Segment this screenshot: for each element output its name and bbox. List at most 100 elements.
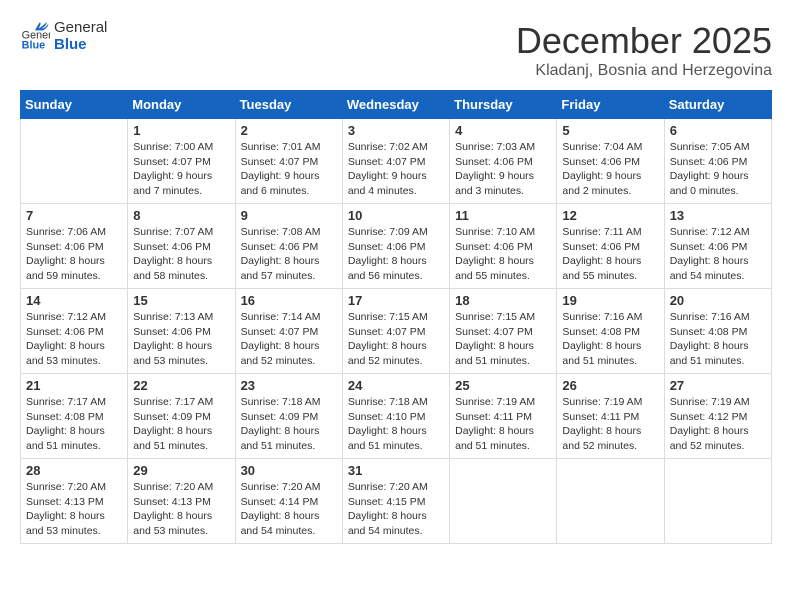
calendar-week-row-1: 1 Sunrise: 7:00 AMSunset: 4:07 PMDaylight… <box>21 119 772 204</box>
day-number: 31 <box>348 463 444 478</box>
cell-content: Sunrise: 7:20 AMSunset: 4:15 PMDaylight:… <box>348 480 444 539</box>
cell-content: Sunrise: 7:00 AMSunset: 4:07 PMDaylight:… <box>133 140 229 199</box>
cell-content: Sunrise: 7:10 AMSunset: 4:06 PMDaylight:… <box>455 225 551 284</box>
calendar-cell: 31 Sunrise: 7:20 AMSunset: 4:15 PMDayligh… <box>342 459 449 544</box>
cell-content: Sunrise: 7:18 AMSunset: 4:09 PMDaylight:… <box>241 395 337 454</box>
calendar-cell: 25Sunrise: 7:19 AMSunset: 4:11 PMDayligh… <box>450 374 557 459</box>
logo-icon: General Blue <box>20 22 50 52</box>
day-number: 18 <box>455 293 551 308</box>
calendar-header-tuesday: Tuesday <box>235 91 342 119</box>
calendar-cell: 23 Sunrise: 7:18 AMSunset: 4:09 PMDayligh… <box>235 374 342 459</box>
month-title: December 2025 <box>516 20 772 62</box>
calendar-cell: 18 Sunrise: 7:15 AMSunset: 4:07 PMDayligh… <box>450 289 557 374</box>
cell-content: Sunrise: 7:15 AMSunset: 4:07 PMDaylight:… <box>455 310 551 369</box>
cell-content: Sunrise: 7:04 AMSunset: 4:06 PMDaylight:… <box>562 140 658 199</box>
page-header: General Blue General Blue December 2025 … <box>20 20 772 80</box>
day-number: 9 <box>241 208 337 223</box>
calendar-cell: 19Sunrise: 7:16 AMSunset: 4:08 PMDayligh… <box>557 289 664 374</box>
cell-content: Sunrise: 7:20 AMSunset: 4:14 PMDaylight:… <box>241 480 337 539</box>
calendar-table: SundayMondayTuesdayWednesdayThursdayFrid… <box>20 90 772 544</box>
cell-content: Sunrise: 7:07 AMSunset: 4:06 PMDaylight:… <box>133 225 229 284</box>
calendar-header-sunday: Sunday <box>21 91 128 119</box>
calendar-week-row-3: 14Sunrise: 7:12 AMSunset: 4:06 PMDayligh… <box>21 289 772 374</box>
title-block: December 2025 Kladanj, Bosnia and Herzeg… <box>516 20 772 80</box>
day-number: 28 <box>26 463 122 478</box>
day-number: 11 <box>455 208 551 223</box>
calendar-cell: 8 Sunrise: 7:07 AMSunset: 4:06 PMDaylight… <box>128 204 235 289</box>
day-number: 24 <box>348 378 444 393</box>
day-number: 12 <box>562 208 658 223</box>
cell-content: Sunrise: 7:18 AMSunset: 4:10 PMDaylight:… <box>348 395 444 454</box>
calendar-cell: 20Sunrise: 7:16 AMSunset: 4:08 PMDayligh… <box>664 289 771 374</box>
logo-blue-text: Blue <box>54 37 107 54</box>
cell-content: Sunrise: 7:19 AMSunset: 4:11 PMDaylight:… <box>455 395 551 454</box>
day-number: 27 <box>670 378 766 393</box>
calendar-cell: 17 Sunrise: 7:15 AMSunset: 4:07 PMDayligh… <box>342 289 449 374</box>
calendar-cell: 29Sunrise: 7:20 AMSunset: 4:13 PMDayligh… <box>128 459 235 544</box>
cell-content: Sunrise: 7:05 AMSunset: 4:06 PMDaylight:… <box>670 140 766 199</box>
calendar-cell: 27 Sunrise: 7:19 AMSunset: 4:12 PMDayligh… <box>664 374 771 459</box>
calendar-cell: 11 Sunrise: 7:10 AMSunset: 4:06 PMDayligh… <box>450 204 557 289</box>
calendar-cell: 5 Sunrise: 7:04 AMSunset: 4:06 PMDaylight… <box>557 119 664 204</box>
cell-content: Sunrise: 7:19 AMSunset: 4:12 PMDaylight:… <box>670 395 766 454</box>
calendar-week-row-4: 21Sunrise: 7:17 AMSunset: 4:08 PMDayligh… <box>21 374 772 459</box>
calendar-cell <box>450 459 557 544</box>
cell-content: Sunrise: 7:14 AMSunset: 4:07 PMDaylight:… <box>241 310 337 369</box>
day-number: 17 <box>348 293 444 308</box>
day-number: 23 <box>241 378 337 393</box>
cell-content: Sunrise: 7:12 AMSunset: 4:06 PMDaylight:… <box>26 310 122 369</box>
day-number: 30 <box>241 463 337 478</box>
cell-content: Sunrise: 7:01 AMSunset: 4:07 PMDaylight:… <box>241 140 337 199</box>
day-number: 15 <box>133 293 229 308</box>
calendar-cell: 2 Sunrise: 7:01 AMSunset: 4:07 PMDaylight… <box>235 119 342 204</box>
cell-content: Sunrise: 7:11 AMSunset: 4:06 PMDaylight:… <box>562 225 658 284</box>
cell-content: Sunrise: 7:17 AMSunset: 4:08 PMDaylight:… <box>26 395 122 454</box>
calendar-cell: 24 Sunrise: 7:18 AMSunset: 4:10 PMDayligh… <box>342 374 449 459</box>
calendar-cell <box>21 119 128 204</box>
calendar-cell: 4 Sunrise: 7:03 AMSunset: 4:06 PMDaylight… <box>450 119 557 204</box>
day-number: 22 <box>133 378 229 393</box>
day-number: 4 <box>455 123 551 138</box>
calendar-cell: 9 Sunrise: 7:08 AMSunset: 4:06 PMDaylight… <box>235 204 342 289</box>
day-number: 16 <box>241 293 337 308</box>
calendar-cell: 1 Sunrise: 7:00 AMSunset: 4:07 PMDaylight… <box>128 119 235 204</box>
calendar-cell <box>557 459 664 544</box>
calendar-cell: 12 Sunrise: 7:11 AMSunset: 4:06 PMDayligh… <box>557 204 664 289</box>
calendar-cell: 13 Sunrise: 7:12 AMSunset: 4:06 PMDayligh… <box>664 204 771 289</box>
cell-content: Sunrise: 7:13 AMSunset: 4:06 PMDaylight:… <box>133 310 229 369</box>
cell-content: Sunrise: 7:08 AMSunset: 4:06 PMDaylight:… <box>241 225 337 284</box>
day-number: 19 <box>562 293 658 308</box>
cell-content: Sunrise: 7:03 AMSunset: 4:06 PMDaylight:… <box>455 140 551 199</box>
calendar-cell: 3 Sunrise: 7:02 AMSunset: 4:07 PMDaylight… <box>342 119 449 204</box>
logo: General Blue General Blue <box>20 20 107 53</box>
day-number: 6 <box>670 123 766 138</box>
calendar-week-row-2: 7Sunrise: 7:06 AMSunset: 4:06 PMDaylight… <box>21 204 772 289</box>
cell-content: Sunrise: 7:12 AMSunset: 4:06 PMDaylight:… <box>670 225 766 284</box>
location: Kladanj, Bosnia and Herzegovina <box>516 62 772 80</box>
day-number: 13 <box>670 208 766 223</box>
cell-content: Sunrise: 7:17 AMSunset: 4:09 PMDaylight:… <box>133 395 229 454</box>
calendar-cell: 15 Sunrise: 7:13 AMSunset: 4:06 PMDayligh… <box>128 289 235 374</box>
calendar-cell: 14Sunrise: 7:12 AMSunset: 4:06 PMDayligh… <box>21 289 128 374</box>
cell-content: Sunrise: 7:15 AMSunset: 4:07 PMDaylight:… <box>348 310 444 369</box>
svg-text:Blue: Blue <box>22 39 45 51</box>
calendar-cell: 7Sunrise: 7:06 AMSunset: 4:06 PMDaylight… <box>21 204 128 289</box>
calendar-cell: 21Sunrise: 7:17 AMSunset: 4:08 PMDayligh… <box>21 374 128 459</box>
calendar-header-saturday: Saturday <box>664 91 771 119</box>
day-number: 8 <box>133 208 229 223</box>
cell-content: Sunrise: 7:09 AMSunset: 4:06 PMDaylight:… <box>348 225 444 284</box>
calendar-cell: 28Sunrise: 7:20 AMSunset: 4:13 PMDayligh… <box>21 459 128 544</box>
day-number: 5 <box>562 123 658 138</box>
day-number: 1 <box>133 123 229 138</box>
day-number: 3 <box>348 123 444 138</box>
calendar-cell: 16 Sunrise: 7:14 AMSunset: 4:07 PMDayligh… <box>235 289 342 374</box>
cell-content: Sunrise: 7:20 AMSunset: 4:13 PMDaylight:… <box>133 480 229 539</box>
calendar-header-row: SundayMondayTuesdayWednesdayThursdayFrid… <box>21 91 772 119</box>
calendar-cell: 6 Sunrise: 7:05 AMSunset: 4:06 PMDaylight… <box>664 119 771 204</box>
cell-content: Sunrise: 7:19 AMSunset: 4:11 PMDaylight:… <box>562 395 658 454</box>
day-number: 20 <box>670 293 766 308</box>
cell-content: Sunrise: 7:02 AMSunset: 4:07 PMDaylight:… <box>348 140 444 199</box>
day-number: 2 <box>241 123 337 138</box>
calendar-header-monday: Monday <box>128 91 235 119</box>
logo-general-text: General <box>54 20 107 37</box>
